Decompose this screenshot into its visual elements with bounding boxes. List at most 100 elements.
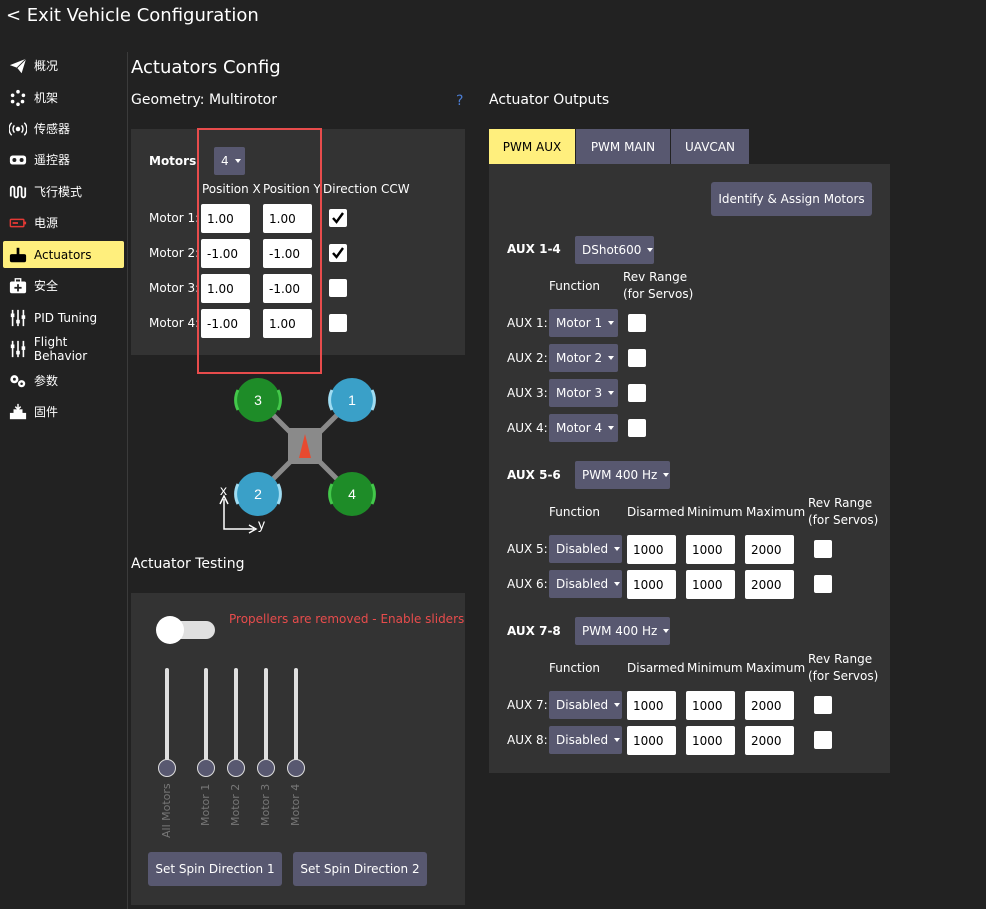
slider-track: [264, 668, 268, 768]
sidebar-item-power[interactable]: 电源: [3, 209, 124, 236]
aux-5-minimum-input[interactable]: [686, 535, 735, 564]
column-header-rev-range-note: (for Servos): [623, 287, 694, 301]
aux-7-8-protocol-dropdown[interactable]: PWM 400 Hz: [575, 617, 670, 645]
aux-5-rev-range-checkbox[interactable]: [814, 540, 832, 558]
motor-4-direction-ccw-checkbox[interactable]: [329, 314, 347, 332]
motor-3-direction-ccw-checkbox[interactable]: [329, 279, 347, 297]
aux-1-function-value: Motor 1: [556, 316, 603, 330]
aux-6-rev-range-checkbox[interactable]: [814, 575, 832, 593]
actuators-icon: [8, 245, 28, 265]
aux-6-function-dropdown[interactable]: Disabled: [549, 570, 622, 598]
aux-8-rev-range-checkbox[interactable]: [814, 731, 832, 749]
aux-1-rev-range-checkbox[interactable]: [628, 314, 646, 332]
motor-3-number: 3: [254, 392, 262, 408]
sidebar-item-actuators[interactable]: Actuators: [3, 241, 124, 268]
aux-2-rev-range-checkbox[interactable]: [628, 349, 646, 367]
slider-thumb[interactable]: [197, 759, 215, 777]
sidebar-item-label: Actuators: [34, 247, 92, 262]
aux-row-label: AUX 2:: [507, 351, 548, 365]
aux-7-disarmed-input[interactable]: [627, 691, 676, 720]
aux-8-function-dropdown[interactable]: Disabled: [549, 726, 622, 754]
motor-2-direction-ccw-checkbox[interactable]: [329, 244, 347, 262]
aux-row-label: AUX 8:: [507, 733, 548, 747]
sidebar-item-label: 飞行模式: [34, 185, 83, 199]
battery-icon: [8, 213, 28, 233]
aux-5-function-dropdown[interactable]: Disabled: [549, 535, 622, 563]
sidebar-item-parameters[interactable]: 参数: [3, 367, 124, 394]
aux-3-function-dropdown[interactable]: Motor 3: [549, 379, 618, 407]
aux-5-maximum-input[interactable]: [745, 535, 794, 564]
column-header-function: Function: [549, 279, 601, 293]
aux-1-4-group-label: AUX 1-4: [507, 242, 561, 256]
set-spin-direction-2-button[interactable]: Set Spin Direction 2: [293, 852, 427, 886]
aux-4-function-dropdown[interactable]: Motor 4: [549, 414, 618, 442]
aux-6-minimum-input[interactable]: [686, 570, 735, 599]
aux-8-maximum-input[interactable]: [745, 726, 794, 755]
aux-8-minimum-input[interactable]: [686, 726, 735, 755]
highlight-box: [197, 128, 322, 374]
aux-5-6-protocol-dropdown[interactable]: PWM 400 Hz: [575, 461, 670, 489]
exit-vehicle-config-link[interactable]: < Exit Vehicle Configuration: [6, 5, 259, 26]
aux-7-maximum-input[interactable]: [745, 691, 794, 720]
motor-2-marker: 2: [234, 472, 282, 516]
sidebar-item-sensors[interactable]: 传感器: [3, 115, 124, 142]
sidebar-item-firmware[interactable]: 固件: [3, 398, 124, 425]
sidebar-item-label: PID Tuning: [34, 310, 98, 325]
aux-7-rev-range-checkbox[interactable]: [814, 696, 832, 714]
aux-8-disarmed-input[interactable]: [627, 726, 676, 755]
sidebar-item-label: 电源: [34, 216, 59, 230]
flight-modes-icon: [8, 182, 28, 202]
column-header-function: Function: [549, 505, 601, 519]
tab-uavcan[interactable]: UAVCAN: [671, 129, 749, 164]
sidebar-item-summary[interactable]: 概况: [3, 52, 124, 79]
aux-7-minimum-input[interactable]: [686, 691, 735, 720]
enable-sliders-toggle[interactable]: [156, 616, 215, 644]
chevron-down-icon: [663, 629, 670, 633]
column-header-maximum: Maximum: [746, 505, 806, 519]
set-spin-direction-1-button[interactable]: Set Spin Direction 1: [148, 852, 282, 886]
actuator-outputs-title: Actuator Outputs: [489, 92, 610, 108]
chevron-down-icon: [608, 426, 615, 430]
aux-5-disarmed-input[interactable]: [627, 535, 676, 564]
chevron-down-icon: [647, 248, 654, 252]
propellers-warning: Propellers are removed - Enable sliders: [229, 612, 465, 626]
flight-behavior-sliders-icon: [8, 339, 28, 359]
sidebar-item-pid-tuning[interactable]: PID Tuning: [3, 304, 124, 331]
geometry-help-link[interactable]: ?: [456, 93, 463, 109]
sidebar-item-label: 机架: [34, 91, 59, 105]
radio-controller-icon: [8, 150, 28, 170]
slider-thumb[interactable]: [158, 759, 176, 777]
aux-6-disarmed-input[interactable]: [627, 570, 676, 599]
aux-6-maximum-input[interactable]: [745, 570, 794, 599]
aux-1-function-dropdown[interactable]: Motor 1: [549, 309, 618, 337]
aux-4-rev-range-checkbox[interactable]: [628, 419, 646, 437]
motor-2-number: 2: [254, 486, 262, 502]
slider-thumb[interactable]: [257, 759, 275, 777]
aux-2-function-dropdown[interactable]: Motor 2: [549, 344, 618, 372]
sidebar-item-radio[interactable]: 遥控器: [3, 146, 124, 173]
tab-pwm-main[interactable]: PWM MAIN: [576, 129, 670, 164]
column-header-direction-ccw: Direction CCW: [323, 182, 410, 196]
identify-assign-motors-button[interactable]: Identify & Assign Motors: [711, 182, 872, 216]
axis-x-label: x: [220, 482, 227, 498]
aux-1-4-protocol-dropdown[interactable]: DShot600: [575, 236, 654, 264]
sidebar-item-airframe[interactable]: 机架: [3, 84, 124, 111]
motor-1-number: 1: [348, 392, 356, 408]
sidebar-item-safety[interactable]: 安全: [3, 272, 124, 299]
slider-thumb[interactable]: [227, 759, 245, 777]
tab-pwm-aux[interactable]: PWM AUX: [489, 129, 575, 164]
airframe-icon: [8, 88, 28, 108]
column-header-rev-range-note: (for Servos): [808, 513, 879, 527]
aux-3-rev-range-checkbox[interactable]: [628, 384, 646, 402]
sidebar-item-label: 参数: [34, 374, 59, 388]
chevron-down-icon: [614, 738, 621, 742]
sidebar-item-label: Flight Behavior: [33, 334, 88, 363]
motor-1-direction-ccw-checkbox[interactable]: [329, 209, 347, 227]
chevron-down-icon: [663, 473, 670, 477]
aux-7-function-dropdown[interactable]: Disabled: [549, 691, 622, 719]
sidebar-item-flight-modes[interactable]: 飞行模式: [3, 178, 124, 205]
chevron-down-icon: [614, 547, 621, 551]
sidebar-item-flight-behavior[interactable]: Flight Behavior: [3, 334, 124, 363]
safety-icon: [8, 276, 28, 296]
slider-thumb[interactable]: [287, 759, 305, 777]
